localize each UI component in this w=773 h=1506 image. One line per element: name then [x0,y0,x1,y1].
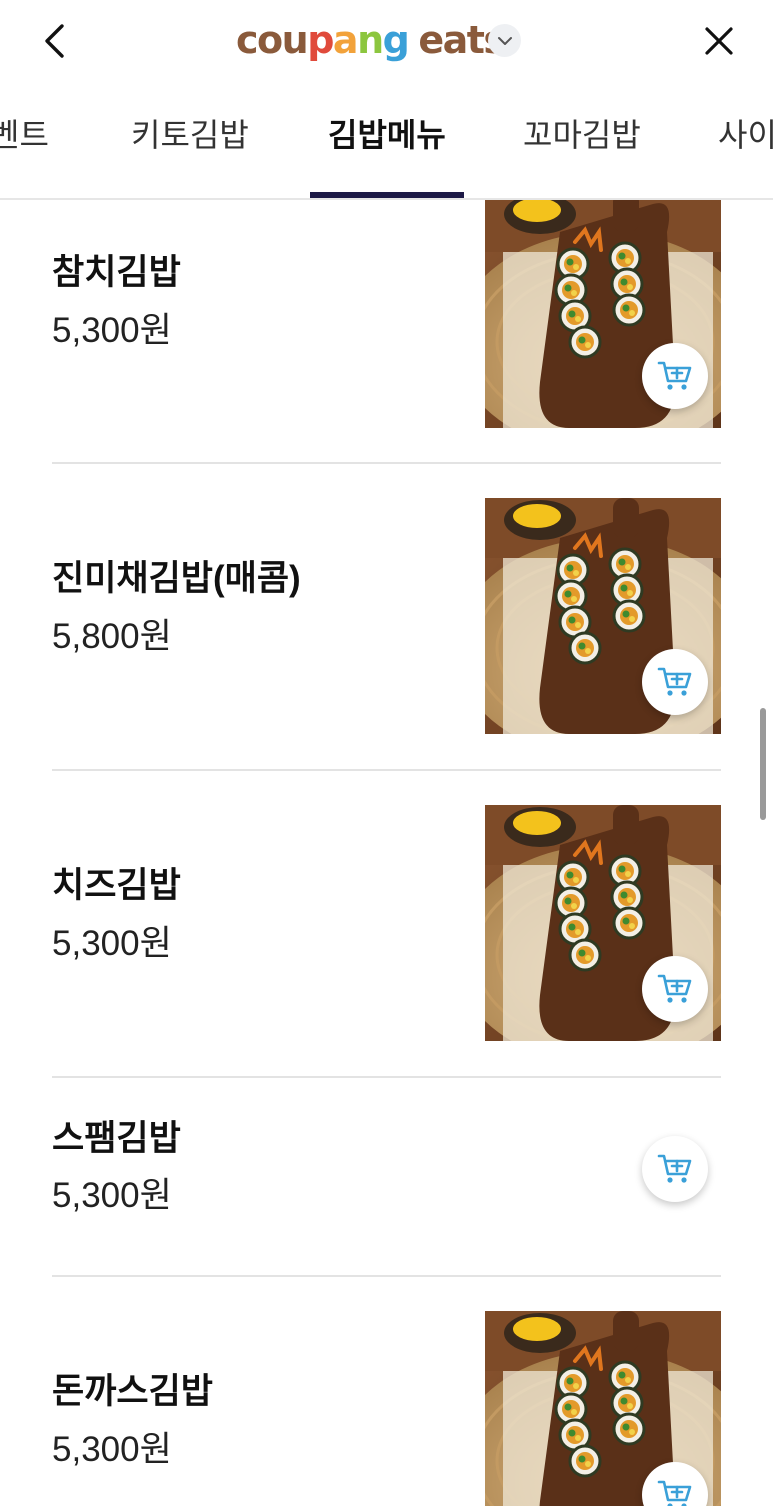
add-to-cart-icon [657,974,692,1004]
scrollbar[interactable] [760,708,766,820]
menu-item-price: 5,800원 [52,617,172,656]
menu-item-name: 치즈김밥 [52,866,181,905]
menu-item[interactable]: 진미채김밥(매콤) 5,800원 [0,464,773,769]
close-icon [705,27,733,55]
logo-letter: c [236,18,259,62]
tab-keto-kimbap[interactable]: 키토김밥 [131,110,249,160]
menu-item-price: 5,300원 [52,1176,172,1215]
menu-item-name: 돈까스김밥 [52,1372,214,1411]
add-to-cart-button[interactable] [642,956,708,1022]
category-tabs: 벤트 키토김밥 김밥메뉴 꼬마김밥 사이 [0,84,773,200]
tab-event[interactable]: 벤트 [0,110,49,160]
tab-kimbap-menu[interactable]: 김밥메뉴 [328,110,446,160]
menu-item-price: 5,300원 [52,924,172,963]
menu-item-price: 5,300원 [52,311,172,350]
add-to-cart-icon [657,361,692,391]
coupang-eats-logo: coupang eats [236,10,506,70]
add-to-cart-button[interactable] [642,343,708,409]
chevron-left-icon [45,24,64,58]
menu-item-name: 스팸김밥 [52,1119,181,1158]
menu-item[interactable]: 치즈김밥 5,300원 [0,771,773,1076]
tab-mini-kimbap[interactable]: 꼬마김밥 [523,110,641,160]
add-to-cart-button[interactable] [642,1136,708,1202]
menu-item-name: 참치김밥 [52,253,181,292]
menu-item-price: 5,300원 [52,1430,172,1469]
menu-item[interactable]: 돈까스김밥 5,300원 [0,1277,773,1506]
menu-item-name: 진미채김밥(매콤) [52,559,301,598]
back-button[interactable] [30,16,80,66]
active-tab-indicator [310,192,464,198]
logo-letter: u [281,18,309,62]
logo-letter: g [382,18,410,62]
chevron-down-icon [497,36,512,45]
logo-dropdown-button[interactable] [488,24,521,57]
menu-item[interactable]: 스팸김밥 5,300원 [0,1078,773,1275]
close-button[interactable] [692,16,746,66]
add-to-cart-icon [657,1480,692,1506]
logo-letter: o [257,18,283,62]
menu-item[interactable]: 참치김밥 5,300원 [0,200,773,462]
app-header: coupang eats [0,0,773,84]
logo-letter: a [332,18,359,62]
logo-wordmark: coupang [236,18,410,62]
add-to-cart-button[interactable] [642,649,708,715]
add-to-cart-icon [657,667,692,697]
menu-list: 참치김밥 5,300원 진미채김밥(매콤) 5,800원 치즈김밥 5,300원 [0,200,773,1506]
add-to-cart-icon [657,1154,692,1184]
logo-letter: n [357,18,384,62]
tab-side[interactable]: 사이 [718,110,773,160]
logo-letter: p [307,18,334,62]
